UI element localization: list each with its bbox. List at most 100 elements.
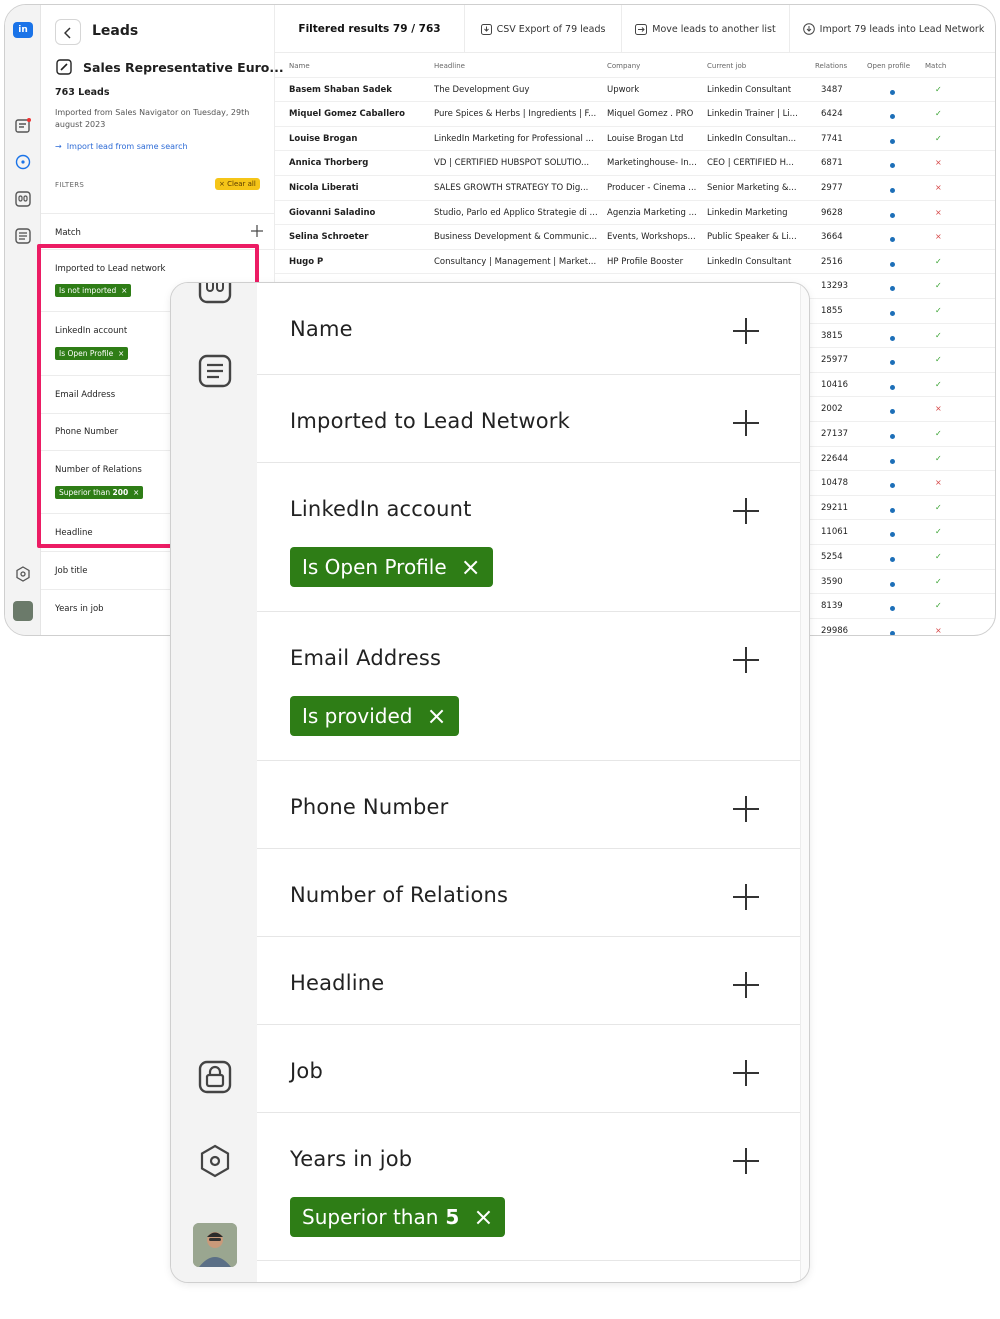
csv-export-button[interactable]: CSV Export of 79 leads xyxy=(465,5,622,53)
import-same-search-link[interactable]: → Import lead from same search xyxy=(55,142,188,151)
campaign-icon[interactable] xyxy=(197,282,233,305)
list-name: Sales Representative Euro... xyxy=(83,60,284,75)
open-profile-dot-icon xyxy=(890,555,895,565)
campaign-icon[interactable] xyxy=(14,190,32,208)
filter-headline[interactable]: Headline xyxy=(257,937,800,1025)
filter-phone-number[interactable]: Phone Number xyxy=(257,761,800,849)
cell-job: Linkedin Marketing xyxy=(707,207,788,218)
filter-chip[interactable]: Is provided × xyxy=(290,696,459,736)
filter-imported-to-lead-network[interactable]: Imported to Lead Network xyxy=(257,375,800,463)
table-row[interactable]: Annica Thorberg VD | CERTIFIED HUBSPOT SO… xyxy=(275,151,995,176)
column-header[interactable]: Match xyxy=(925,62,946,70)
plus-icon[interactable] xyxy=(732,409,760,437)
column-header[interactable]: Headline xyxy=(434,62,465,70)
plus-icon[interactable] xyxy=(732,1059,760,1087)
column-header[interactable]: Open profile xyxy=(867,62,910,70)
cell-relations: 3815 xyxy=(821,330,843,341)
table-row[interactable]: Giovanni Saladino Studio, Parlo ed Applic… xyxy=(275,201,995,226)
check-icon: ✓ xyxy=(935,355,942,365)
filter-job[interactable]: Job xyxy=(257,1025,800,1113)
import-link-label: Import lead from same search xyxy=(66,142,188,151)
column-header[interactable]: Name xyxy=(289,62,310,70)
settings-icon[interactable] xyxy=(197,1143,233,1179)
filter-years-in-job[interactable]: Years in job Superior than 5 × xyxy=(257,1113,800,1261)
filter-label: Headline xyxy=(290,971,385,995)
list-icon[interactable] xyxy=(14,227,32,245)
messages-icon[interactable] xyxy=(14,117,32,135)
filter-number-of-relations[interactable]: Number of Relations xyxy=(257,849,800,937)
user-avatar[interactable] xyxy=(193,1223,237,1267)
filter-email-address[interactable]: Email Address Is provided × xyxy=(257,612,800,761)
column-header[interactable]: Current job xyxy=(707,62,746,70)
table-row[interactable]: Miquel Gomez Caballero Pure Spices & Herb… xyxy=(275,102,995,127)
clear-all-label: Clear all xyxy=(227,180,256,188)
plus-icon[interactable] xyxy=(251,225,263,237)
open-profile-dot-icon xyxy=(890,604,895,614)
cross-icon: × xyxy=(935,158,942,168)
open-profile-dot-icon xyxy=(890,481,895,491)
plus-icon[interactable] xyxy=(732,317,760,345)
close-icon[interactable]: × xyxy=(461,553,481,581)
plus-icon[interactable] xyxy=(732,1147,760,1175)
cell-company: Upwork xyxy=(607,84,640,95)
cell-company: Louise Brogan Ltd xyxy=(607,133,684,144)
table-row[interactable]: Hugo P Consultancy | Management | Market.… xyxy=(275,250,995,275)
plus-icon[interactable] xyxy=(732,646,760,674)
lock-icon[interactable] xyxy=(197,1059,233,1095)
cell-company: Events, Workshops... xyxy=(607,232,696,243)
table-row[interactable]: Louise Brogan LinkedIn Marketing for Prof… xyxy=(275,127,995,152)
column-header[interactable]: Relations xyxy=(815,62,847,70)
filter-name[interactable]: Name xyxy=(257,283,800,375)
cell-headline: VD | CERTIFIED HUBSPOT SOLUTIO... xyxy=(434,158,590,169)
cell-relations: 2516 xyxy=(821,256,843,267)
table-header: Name Headline Company Current job Relati… xyxy=(275,53,995,78)
scroll-edge xyxy=(800,283,809,1282)
cell-name: Selina Schroeter xyxy=(289,232,369,243)
chip-label: Is provided xyxy=(302,704,413,728)
open-profile-dot-icon xyxy=(890,358,895,368)
table-row[interactable]: Nicola Liberati SALES GROWTH STRATEGY TO … xyxy=(275,176,995,201)
filter-linkedin-account[interactable]: LinkedIn account Is Open Profile × xyxy=(257,463,800,612)
table-row[interactable]: Selina Schroeter Business Development & C… xyxy=(275,225,995,250)
check-icon: ✓ xyxy=(935,552,942,561)
edit-list-icon[interactable] xyxy=(56,59,72,75)
imported-from-text: Imported from Sales Navigator on Tuesday… xyxy=(55,108,250,129)
user-avatar[interactable] xyxy=(13,601,33,621)
import-leads-button[interactable]: Import 79 leads into Lead Network xyxy=(790,5,995,53)
target-icon[interactable] xyxy=(14,153,32,171)
settings-icon[interactable] xyxy=(14,565,32,583)
check-icon: ✓ xyxy=(935,601,942,611)
arrow-right-icon: → xyxy=(55,142,62,151)
plus-icon[interactable] xyxy=(732,795,760,823)
back-button[interactable] xyxy=(55,19,81,45)
cell-headline: SALES GROWTH STRATEGY TO Dig... xyxy=(434,183,589,193)
app-logo-icon[interactable]: in xyxy=(13,22,33,38)
plus-icon[interactable] xyxy=(732,883,760,911)
page-title: Leads xyxy=(92,23,139,39)
clear-all-button[interactable]: × Clear all xyxy=(215,178,260,190)
close-icon[interactable]: × xyxy=(426,702,446,730)
filter-label: Email Address xyxy=(290,646,442,670)
cell-job: Senior Marketing &... xyxy=(707,183,797,193)
open-profile-dot-icon xyxy=(890,334,895,344)
filter-label: Match xyxy=(55,228,81,238)
cell-job: LinkedIn Consultant xyxy=(707,256,792,267)
check-icon: ✓ xyxy=(935,109,942,119)
cell-name: Giovanni Saladino xyxy=(289,207,376,218)
open-profile-dot-icon xyxy=(890,407,895,417)
cell-relations: 3590 xyxy=(821,576,843,587)
plus-icon[interactable] xyxy=(732,497,760,525)
close-icon[interactable]: × xyxy=(473,1203,493,1231)
filter-chip[interactable]: Is Open Profile × xyxy=(290,547,493,587)
open-profile-dot-icon xyxy=(890,211,895,221)
plus-icon[interactable] xyxy=(732,971,760,999)
move-leads-button[interactable]: Move leads to another list xyxy=(622,5,790,53)
column-header[interactable]: Company xyxy=(607,62,640,70)
list-icon[interactable] xyxy=(197,353,233,389)
chevron-left-icon xyxy=(64,27,71,39)
chip-label: Superior than xyxy=(302,1205,439,1229)
table-row[interactable]: Basem Shaban Sadek The Development Guy Upw… xyxy=(275,78,995,103)
cell-relations: 29986 xyxy=(821,625,849,636)
check-icon: ✓ xyxy=(935,330,942,340)
filter-chip[interactable]: Superior than 5 × xyxy=(290,1197,506,1237)
